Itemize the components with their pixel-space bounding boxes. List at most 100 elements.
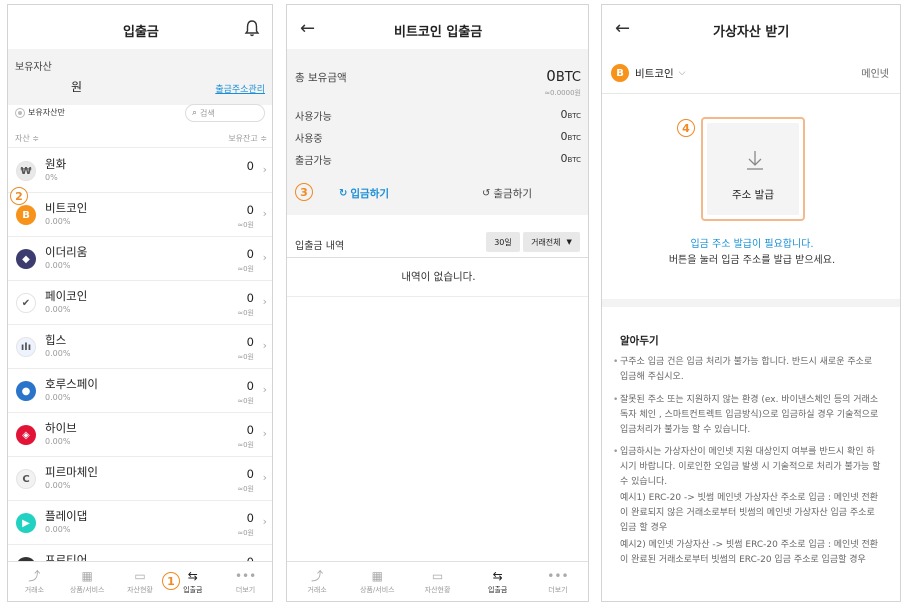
refresh-icon: ↺ [482,188,491,199]
coin-row[interactable]: C 피르마체인 0.00% 0 ≈0원 › [8,457,272,501]
nav-item-3[interactable]: ⇆ 입출금 [468,562,528,601]
hive-icon: ◈ [16,425,36,445]
back-arrow-icon[interactable]: ← [615,18,630,39]
chevron-right-icon: › [262,207,267,220]
notice-item: 입금하시는 가상자산이 메인넷 지원 대상인지 여부를 반드시 확인 하시기 바… [613,445,882,490]
coin-row[interactable]: ₩ 원화 0% 0 › [8,149,272,193]
firmachain-icon: C [16,469,36,489]
coin-pct: 0.00% [45,305,71,314]
nav-label: 입출금 [488,585,508,594]
nav-label: 자산현황 [127,585,153,594]
refresh-icon: ↻ [339,188,348,199]
coin-amt: 0 [246,335,254,349]
notice-example-1: 예시1) ERC-20 -> 빗썸 메인넷 가상자산 주소로 입금 : 메인넷 … [620,493,879,533]
coin-row[interactable]: ● 호루스페이 0.00% 0 ≈0원 › [8,369,272,413]
nav-item-0[interactable]: ⤴ 거래소 [287,562,347,601]
nav-item-0[interactable]: ⤴ 거래소 [8,562,61,601]
coin-row[interactable]: ✔ 페이코인 0.00% 0 ≈0원 › [8,281,272,325]
search-icon: ⌕ [192,108,198,118]
total-won: ≈0.0000원 [544,89,581,97]
coin-won: ≈0원 [237,221,254,229]
download-icon [747,151,763,170]
coin-amt: 0 [246,203,254,217]
nav-label: 상품/서비스 [69,585,105,594]
step-marker-2: 2 [10,187,28,205]
coin-row[interactable]: ılı 힙스 0.00% 0 ≈0원 › [8,325,272,369]
coin-name: 하이브 [45,421,77,435]
coin-won: ≈0원 [237,397,254,405]
search-placeholder: 검색 [200,108,215,118]
holdings-value: 원 [71,80,83,94]
playdapp-icon: ▶ [16,513,36,533]
nav-item-1[interactable]: ▦ 상품/서비스 [347,562,407,601]
instruction-text: 버튼을 눌러 입금 주소를 발급 받으세요. [668,255,836,266]
coin-pct: 0.00% [45,261,71,270]
nav-label: 더보기 [548,585,568,594]
nav-item-1[interactable]: ▦ 상품/서비스 [61,562,114,601]
address-manage-link[interactable]: 출금주소관리 [215,82,265,95]
deposit-button[interactable]: ↻ 입금하기 [339,186,389,201]
withdraw-button[interactable]: ↺ 출금하기 [482,186,532,201]
search-input[interactable]: ⌕ 검색 [185,104,265,122]
coin-row[interactable]: ◈ 하이브 0.00% 0 ≈0원 › [8,413,272,457]
coin-selector[interactable]: B 비트코인 ⌵ [611,64,685,82]
grid-icon: ▦ [81,568,93,583]
coin-name: 이더리움 [45,245,88,259]
coin-amt: 0 [246,423,254,437]
chevron-right-icon: › [262,515,267,528]
period-filter-button[interactable]: 30일 [486,232,520,252]
coin-row[interactable]: ▶ 플레이댑 0.00% 0 ≈0원 › [8,501,272,545]
available-value: 0BTC [560,108,581,121]
coin-pct: 0.00% [45,217,71,226]
grid-icon: ▦ [371,568,383,583]
sort-balance[interactable]: 보유잔고 ≑ [228,133,267,144]
transfer-icon: ⇆ [492,568,503,583]
page-title: 가상자산 받기 [713,25,790,40]
withdrawable-label: 출금가능 [295,156,332,167]
nav-item-4[interactable]: ••• 더보기 [219,562,272,601]
need-address-text: 입금 주소 발급이 필요합니다. [690,239,814,250]
step-marker-3: 3 [295,183,313,201]
wallet-icon: ▭ [431,568,444,583]
transfer-icon: ⇆ [187,568,198,583]
balance-summary: 총 보유금액 0BTC ≈0.0000원 사용가능 0BTC 사용중 0BTC … [287,49,588,215]
wallet-icon: ▭ [134,568,146,583]
in-use-value: 0BTC [560,130,581,143]
more-icon: ••• [234,568,257,583]
nav-label: 상품/서비스 [360,585,395,594]
coin-row[interactable]: ◆ 이더리움 0.00% 0 ≈0원 › [8,237,272,281]
coin-amt: 0 [246,467,254,481]
sort-asset[interactable]: 자산 ≑ [15,133,39,144]
horuspay-icon: ● [16,381,36,401]
holdings-only-toggle[interactable]: 보유자산만 [15,107,65,118]
caret-down-icon: ▼ [566,238,572,246]
coin-amt: 0 [246,511,254,525]
chart-line-icon: ⤴ [28,568,41,583]
bitcoin-icon: B [611,64,629,82]
coin-amt: 0 [246,247,254,261]
chart-line-icon: ⤴ [311,568,324,583]
divider [602,93,900,94]
issue-address-label: 주소 발급 [732,189,774,201]
notice-example-2: 예시2) 메인넷 가상자산 -> 빗썸 ERC-20 주소로 입금 : 메인넷 … [620,540,879,565]
coin-name: 호루스페이 [45,377,98,391]
coin-name: 힙스 [45,333,67,347]
nav-item-2[interactable]: ▭ 자산현황 [407,562,467,601]
bottom-nav: ⤴ 거래소 ▦ 상품/서비스 ▭ 자산현황 ⇆ 입출금 ••• 더보기 [8,561,272,601]
notice-item: 잘못된 주소 또는 지원하지 않는 환경 (ex. 바이낸스체인 등의 거래소 … [613,393,882,438]
page-title: 입출금 [123,25,159,40]
bitcoin-icon: B [16,205,36,225]
coin-row[interactable]: B 비트코인 0.00% 0 ≈0원 › [8,193,272,237]
issue-address-button[interactable]: 주소 발급 [701,117,805,221]
section-divider [602,299,900,307]
coin-pct: 0.00% [45,393,71,402]
type-filter-select[interactable]: 거래전체 ▼ [523,232,580,252]
back-arrow-icon[interactable]: ← [300,18,315,39]
nav-item-2[interactable]: ▭ 자산현황 [114,562,167,601]
nav-item-4[interactable]: ••• 더보기 [528,562,588,601]
ethereum-icon: ◆ [16,249,36,269]
nav-label: 거래소 [307,585,327,594]
coin-won: ≈0원 [237,441,254,449]
page-title: 비트코인 입출금 [394,25,483,40]
bell-icon[interactable] [244,19,260,37]
